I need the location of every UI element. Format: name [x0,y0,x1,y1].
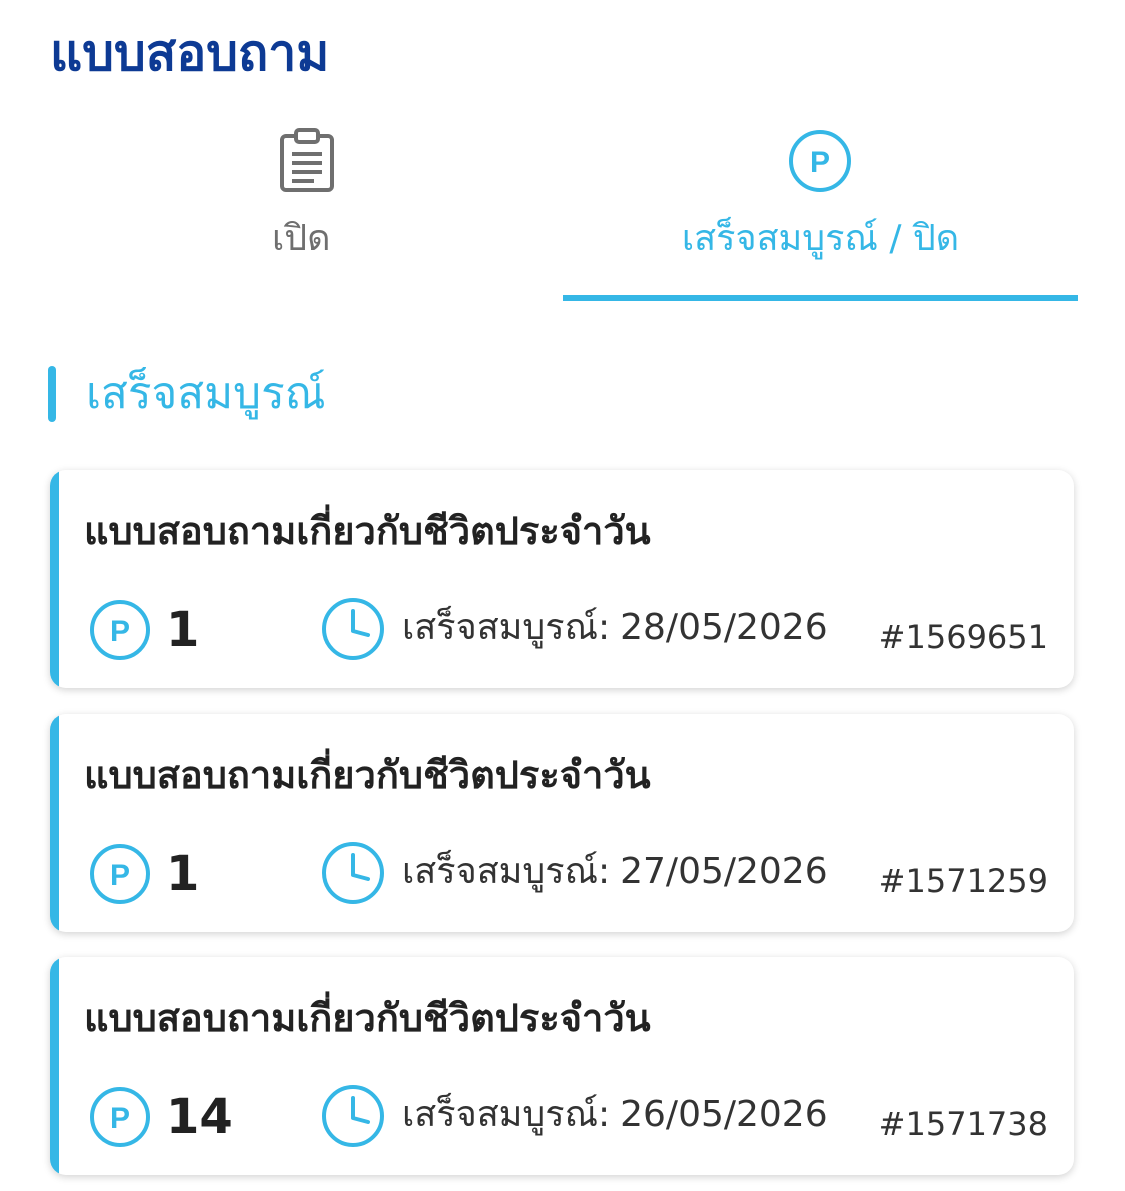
section-title: เสร็จสมบูรณ์ [86,368,326,419]
card-id: #1571259 [878,862,1048,900]
completed-date: 26/05/2026 [620,1094,828,1135]
card-title: แบบสอบถามเกี่ยวกับชีวิตประจำวัน [84,509,651,553]
tab-completed-label: เสร็จสมบูรณ์ / ปิด [681,218,960,259]
survey-card[interactable]: แบบสอบถามเกี่ยวกับชีวิตประจำวัน P 1 เสร็… [50,714,1074,932]
svg-text:P: P [810,146,830,179]
active-tab-indicator [563,295,1078,301]
completed-date-text: เสร็จสมบูรณ์: 26/05/2026 [402,1089,828,1141]
survey-card[interactable]: แบบสอบถามเกี่ยวกับชีวิตประจำวัน P 14 เสร… [50,957,1074,1175]
tab-bar: เปิด P เสร็จสมบูรณ์ / ปิด [48,118,1078,304]
completed-label: เสร็จสมบูรณ์: [402,851,611,892]
svg-text:P: P [110,1102,130,1135]
tab-open[interactable]: เปิด [48,118,563,304]
clipboard-icon [280,128,334,192]
card-title: แบบสอบถามเกี่ยวกับชีวิตประจำวัน [84,996,651,1040]
card-id: #1571738 [878,1105,1048,1143]
card-accent-bar [50,957,59,1175]
card-id: #1569651 [878,618,1048,656]
points-p-icon: P [789,130,851,192]
points-value: 1 [166,846,200,902]
completed-date-text: เสร็จสมบูรณ์: 27/05/2026 [402,846,828,898]
card-title: แบบสอบถามเกี่ยวกับชีวิตประจำวัน [84,753,651,797]
completed-label: เสร็จสมบูรณ์: [402,607,611,648]
card-accent-bar [50,470,59,688]
svg-text:P: P [110,859,130,892]
tab-open-label: เปิด [272,218,331,259]
section-accent-bar [48,366,56,422]
page-title: แบบสอบถาม [50,24,330,82]
completed-label: เสร็จสมบูรณ์: [402,1094,611,1135]
points-p-icon: P [90,600,150,660]
points-value: 14 [166,1089,233,1145]
points-p-icon: P [90,1087,150,1147]
tab-completed-closed[interactable]: P เสร็จสมบูรณ์ / ปิด [563,118,1078,304]
clock-icon [322,598,384,660]
clock-icon [322,1085,384,1147]
completed-date-text: เสร็จสมบูรณ์: 28/05/2026 [402,602,828,654]
card-accent-bar [50,714,59,932]
survey-card[interactable]: แบบสอบถามเกี่ยวกับชีวิตประจำวัน P 1 เสร็… [50,470,1074,688]
completed-date: 27/05/2026 [620,851,828,892]
points-value: 1 [166,602,200,658]
completed-date: 28/05/2026 [620,607,828,648]
svg-text:P: P [110,615,130,648]
clock-icon [322,842,384,904]
points-p-icon: P [90,844,150,904]
